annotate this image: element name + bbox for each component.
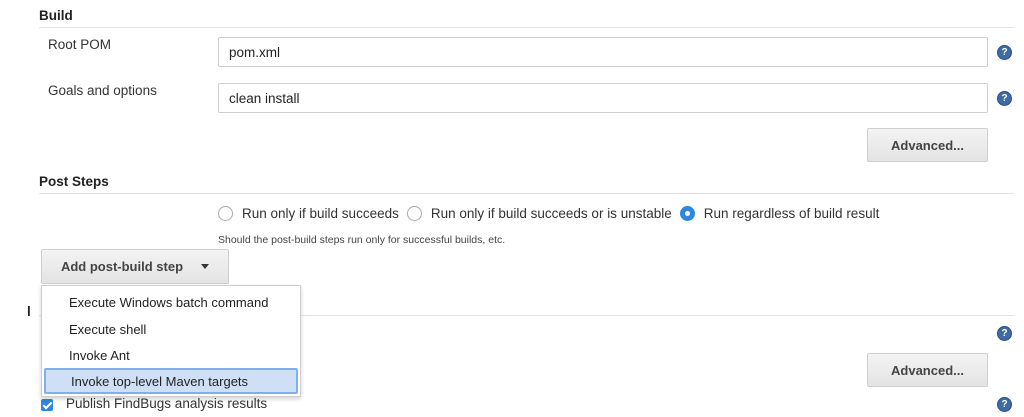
menu-item-invoke-maven-targets[interactable]: Invoke top-level Maven targets <box>44 368 298 394</box>
caret-down-icon <box>201 264 210 269</box>
radio-run-if-succeeds-or-unstable-label[interactable]: Run only if build succeeds or is unstabl… <box>431 206 672 221</box>
post-build-step-menu: Execute Windows batch command Execute sh… <box>41 285 301 397</box>
goals-and-options-input[interactable] <box>218 83 988 113</box>
radio-run-regardless[interactable] <box>679 205 695 221</box>
publish-findbugs-help-icon[interactable] <box>997 397 1012 412</box>
post-steps-section-divider <box>39 193 1014 194</box>
root-pom-label: Root POM <box>48 37 112 52</box>
add-post-build-step-label: Add post-build step <box>60 259 184 274</box>
radio-run-if-succeeds-or-unstable[interactable] <box>406 205 422 221</box>
hidden-section-title-fragment: l <box>27 304 31 319</box>
root-pom-help-icon[interactable] <box>997 45 1012 60</box>
lower-advanced-button[interactable]: Advanced... <box>867 353 988 387</box>
menu-item-execute-shell[interactable]: Execute shell <box>44 316 298 342</box>
post-steps-section-title: Post Steps <box>39 174 109 189</box>
build-advanced-button[interactable]: Advanced... <box>867 128 988 162</box>
goals-and-options-help-icon[interactable] <box>997 91 1012 106</box>
build-section-divider <box>39 27 1014 28</box>
root-pom-input[interactable] <box>218 37 988 67</box>
add-post-build-step-button[interactable]: Add post-build step <box>41 249 229 284</box>
radio-run-if-succeeds[interactable] <box>218 205 233 221</box>
menu-item-invoke-ant[interactable]: Invoke Ant <box>44 342 298 368</box>
checkbox-checked-icon[interactable] <box>41 399 53 411</box>
radio-run-regardless-label[interactable]: Run regardless of build result <box>704 206 880 221</box>
goals-and-options-label: Goals and options <box>48 83 157 98</box>
hidden-section-help-icon[interactable] <box>997 326 1012 341</box>
build-section-title: Build <box>39 8 73 23</box>
post-steps-hint: Should the post-build steps run only for… <box>218 234 506 246</box>
publish-findbugs-label[interactable]: Publish FindBugs analysis results <box>66 396 267 411</box>
menu-item-execute-windows-batch[interactable]: Execute Windows batch command <box>44 289 298 315</box>
post-steps-radio-group: Run only if build succeeds Run only if b… <box>218 203 887 223</box>
radio-run-if-succeeds-label[interactable]: Run only if build succeeds <box>242 206 399 221</box>
